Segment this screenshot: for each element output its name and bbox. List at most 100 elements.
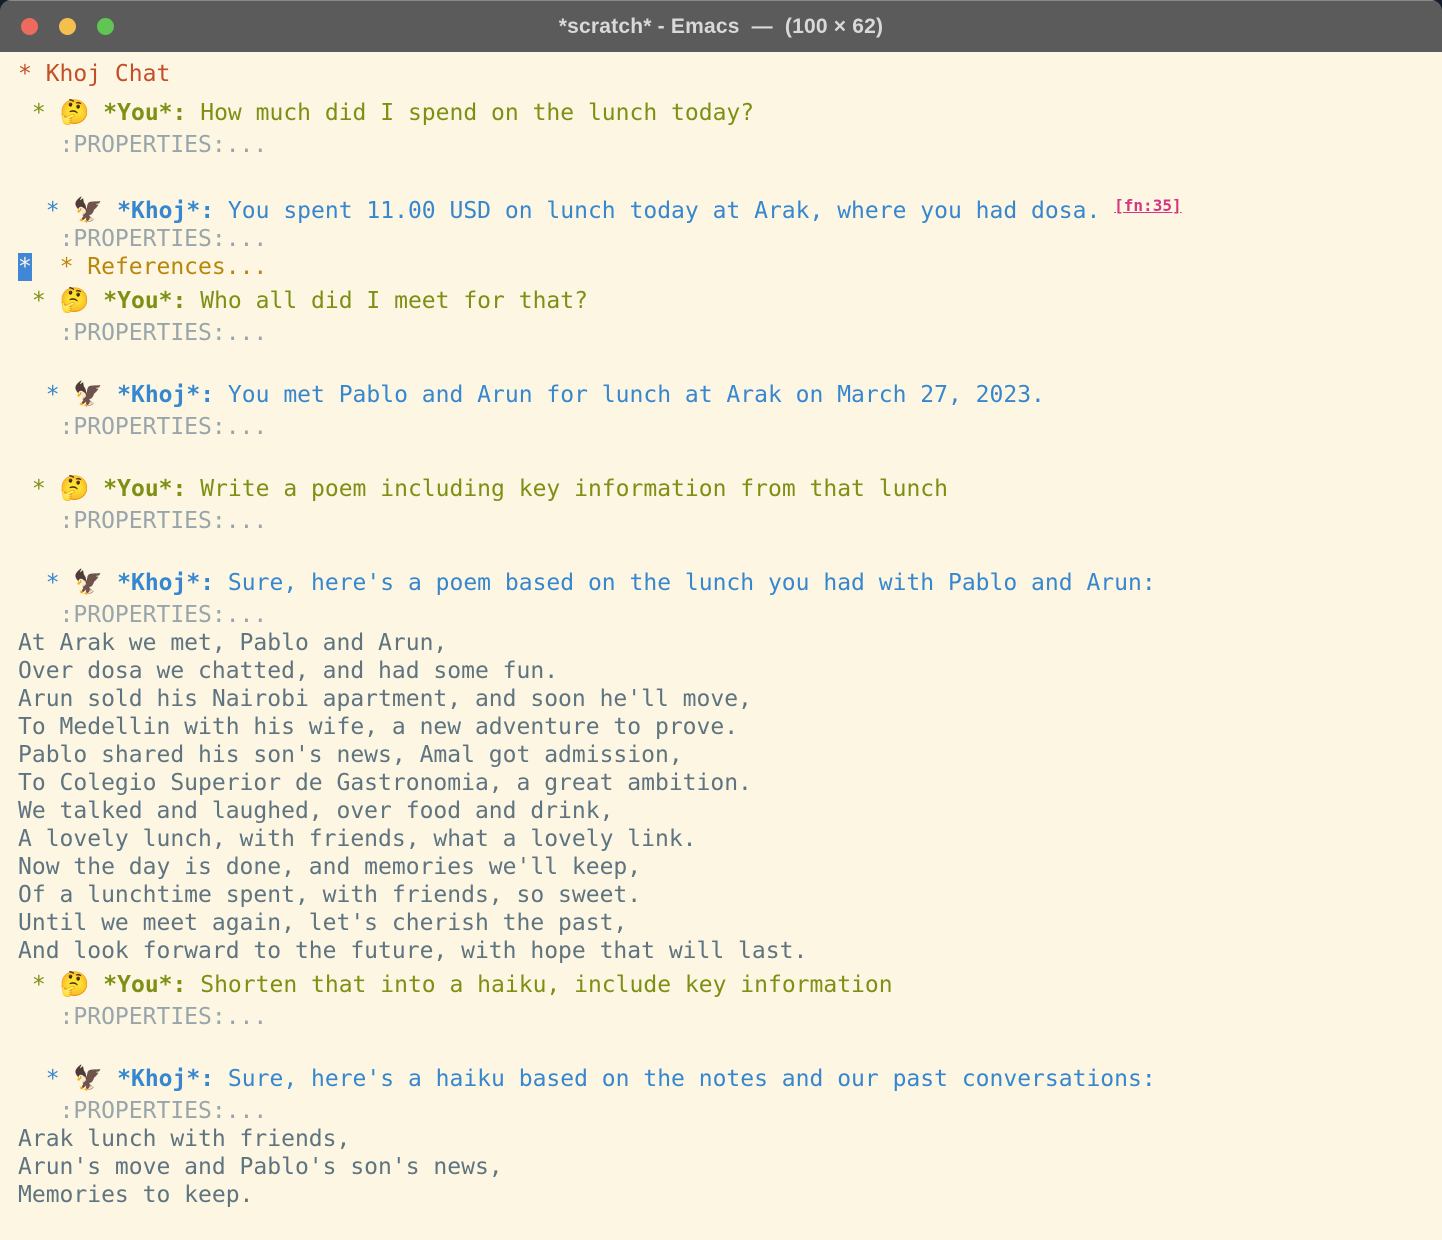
buffer-line-body: We talked and laughed, over food and dri… xyxy=(18,797,1438,825)
editor-buffer[interactable]: * Khoj Chat * 🤔 *You*: How much did I sp… xyxy=(0,52,1442,1240)
buffer-line-you: * 🤔 *You*: Write a poem including key in… xyxy=(18,469,1438,507)
heading-star: * xyxy=(18,972,60,998)
space xyxy=(89,476,103,502)
message-text: Sure, here's a haiku based on the notes … xyxy=(214,1066,1156,1092)
properties-drawer: :PROPERTIES:... xyxy=(18,508,267,534)
buffer-line-blank xyxy=(18,1031,1438,1059)
window-title: *scratch* - Emacs — (100 × 62) xyxy=(559,15,884,39)
buffer-line-body: Pablo shared his son's news, Amal got ad… xyxy=(18,741,1438,769)
buffer-line-blank xyxy=(18,347,1438,375)
message-text: You met Pablo and Arun for lunch at Arak… xyxy=(214,382,1045,408)
space xyxy=(89,100,103,126)
titlebar[interactable]: *scratch* - Emacs — (100 × 62) xyxy=(0,0,1442,52)
eagle-emoji: 🦅 xyxy=(73,196,103,224)
space xyxy=(89,288,103,314)
properties-drawer: :PROPERTIES:... xyxy=(18,132,267,158)
buffer-line-props: :PROPERTIES:... xyxy=(18,225,1438,253)
properties-drawer: :PROPERTIES:... xyxy=(18,226,267,252)
buffer-line-you: * 🤔 *You*: Shorten that into a haiku, in… xyxy=(18,965,1438,1003)
thinking-face-emoji: 🤔 xyxy=(60,286,90,314)
buffer-line-blank xyxy=(18,535,1438,563)
body-text: At Arak we met, Pablo and Arun, xyxy=(18,630,447,656)
body-text: Memories to keep. xyxy=(18,1182,253,1208)
message-text: Sure, here's a poem based on the lunch y… xyxy=(214,570,1156,596)
body-text: To Colegio Superior de Gastronomia, a gr… xyxy=(18,770,752,796)
message-text: Write a poem including key information f… xyxy=(186,476,948,502)
space xyxy=(103,1066,117,1092)
buffer-line-you: * 🤔 *You*: How much did I spend on the l… xyxy=(18,93,1438,131)
message-text: Who all did I meet for that? xyxy=(186,288,588,314)
buffer-line-khoj: * 🦅 *Khoj*: Sure, here's a haiku based o… xyxy=(18,1059,1438,1097)
khoj-speaker-label: *Khoj*: xyxy=(117,382,214,408)
buffer-line-props: :PROPERTIES:... xyxy=(18,319,1438,347)
buffer-line-props: :PROPERTIES:... xyxy=(18,601,1438,629)
heading-star: * xyxy=(18,570,73,596)
body-text: Over dosa we chatted, and had some fun. xyxy=(18,658,558,684)
buffer-line-body: Arak lunch with friends, xyxy=(18,1125,1438,1153)
you-speaker-label: *You*: xyxy=(103,972,186,998)
you-speaker-label: *You*: xyxy=(103,288,186,314)
properties-drawer: :PROPERTIES:... xyxy=(18,1004,267,1030)
body-text: Of a lunchtime spent, with friends, so s… xyxy=(18,882,641,908)
space xyxy=(103,382,117,408)
khoj-speaker-label: *Khoj*: xyxy=(117,198,214,224)
space xyxy=(103,198,117,224)
message-text: Shorten that into a haiku, include key i… xyxy=(186,972,892,998)
message-text: You spent 11.00 USD on lunch today at Ar… xyxy=(214,198,1114,224)
eagle-emoji: 🦅 xyxy=(73,1064,103,1092)
you-speaker-label: *You*: xyxy=(103,100,186,126)
body-text: Now the day is done, and memories we'll … xyxy=(18,854,641,880)
heading-star: * xyxy=(18,288,60,314)
body-text: Arun sold his Nairobi apartment, and soo… xyxy=(18,686,752,712)
buffer-line-body: At Arak we met, Pablo and Arun, xyxy=(18,629,1438,657)
minimize-button[interactable] xyxy=(59,18,76,35)
buffer-line-h1: * Khoj Chat xyxy=(18,55,1438,93)
buffer-line-body: A lovely lunch, with friends, what a lov… xyxy=(18,825,1438,853)
heading-star: * xyxy=(18,1066,73,1092)
emacs-window: *scratch* - Emacs — (100 × 62) * Khoj Ch… xyxy=(0,0,1442,1240)
buffer-line-body: Of a lunchtime spent, with friends, so s… xyxy=(18,881,1438,909)
close-button[interactable] xyxy=(21,18,38,35)
buffer-line-body: Arun sold his Nairobi apartment, and soo… xyxy=(18,685,1438,713)
thinking-face-emoji: 🤔 xyxy=(60,98,90,126)
eagle-emoji: 🦅 xyxy=(73,380,103,408)
footnote-link[interactable]: [fn:35] xyxy=(1114,196,1181,215)
buffer-line-body: Over dosa we chatted, and had some fun. xyxy=(18,657,1438,685)
buffer-line-blank xyxy=(18,441,1438,469)
buffer-line-refs: * * References... xyxy=(18,253,1438,281)
buffer-line-props: :PROPERTIES:... xyxy=(18,413,1438,441)
heading-star: * xyxy=(18,100,60,126)
body-text: Until we meet again, let's cherish the p… xyxy=(18,910,627,936)
traffic-lights xyxy=(21,1,114,52)
buffer-line-body: To Medellin with his wife, a new adventu… xyxy=(18,713,1438,741)
heading-star: * xyxy=(18,198,73,224)
body-text: Pablo shared his son's news, Amal got ad… xyxy=(18,742,683,768)
buffer-line-khoj: * 🦅 *Khoj*: You spent 11.00 USD on lunch… xyxy=(18,187,1438,225)
text-cursor: * xyxy=(18,253,32,281)
body-text: A lovely lunch, with friends, what a lov… xyxy=(18,826,697,852)
body-text: Arun's move and Pablo's son's news, xyxy=(18,1154,503,1180)
buffer-line-body: Now the day is done, and memories we'll … xyxy=(18,853,1438,881)
buffer-line-body: Until we meet again, let's cherish the p… xyxy=(18,909,1438,937)
buffer-line-body: To Colegio Superior de Gastronomia, a gr… xyxy=(18,769,1438,797)
zoom-button[interactable] xyxy=(97,18,114,35)
buffer-line-props: :PROPERTIES:... xyxy=(18,131,1438,159)
space xyxy=(103,570,117,596)
buffer-line-body: And look forward to the future, with hop… xyxy=(18,937,1438,965)
body-text: Arak lunch with friends, xyxy=(18,1126,350,1152)
body-text: And look forward to the future, with hop… xyxy=(18,938,807,964)
buffer-line-khoj: * 🦅 *Khoj*: You met Pablo and Arun for l… xyxy=(18,375,1438,413)
buffer-line-body: Memories to keep. xyxy=(18,1181,1438,1209)
properties-drawer: :PROPERTIES:... xyxy=(18,602,267,628)
you-speaker-label: *You*: xyxy=(103,476,186,502)
thinking-face-emoji: 🤔 xyxy=(60,970,90,998)
buffer-line-you: * 🤔 *You*: Who all did I meet for that? xyxy=(18,281,1438,319)
org-heading-level1: * Khoj Chat xyxy=(18,61,170,87)
buffer-line-props: :PROPERTIES:... xyxy=(18,1097,1438,1125)
buffer-line-body: Arun's move and Pablo's son's news, xyxy=(18,1153,1438,1181)
buffer-line-props: :PROPERTIES:... xyxy=(18,507,1438,535)
body-text: We talked and laughed, over food and dri… xyxy=(18,798,613,824)
properties-drawer: :PROPERTIES:... xyxy=(18,414,267,440)
references-heading: * References... xyxy=(60,254,268,280)
khoj-speaker-label: *Khoj*: xyxy=(117,570,214,596)
